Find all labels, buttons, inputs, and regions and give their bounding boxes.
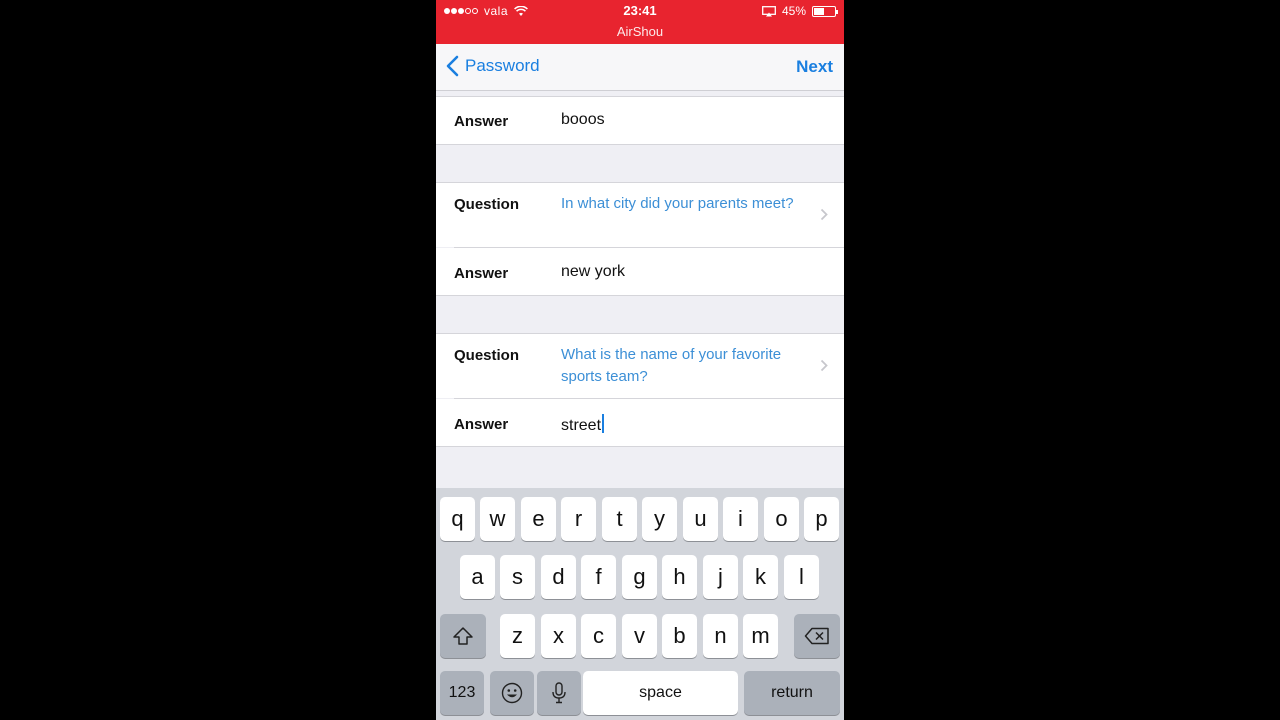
answer-row-1[interactable]: Answer booos [436,97,844,144]
chevron-left-icon [446,55,459,77]
phone-screen: vala 23:41 AirShou 45% Password Next Ans… [436,0,844,720]
key-b[interactable]: b [662,614,697,658]
divider [436,446,844,447]
key-m[interactable]: m [743,614,778,658]
key-o[interactable]: o [764,497,799,541]
battery-icon [812,5,838,17]
answer-label: Answer [454,416,509,433]
delete-key[interactable] [794,614,840,658]
answer-row-3[interactable]: Answer street [436,399,844,446]
key-u[interactable]: u [683,497,718,541]
next-button[interactable]: Next [796,57,833,77]
key-f[interactable]: f [581,555,616,599]
return-key[interactable]: return [744,671,840,715]
question-3-text[interactable]: What is the name of your favorite sports… [561,344,816,388]
keyboard: q w e r t y u i o p a s d f g h j k l z … [436,488,844,720]
answer-3-text: street [561,417,602,434]
key-l[interactable]: l [784,555,819,599]
answer-2-field[interactable]: new york [561,263,625,281]
key-r[interactable]: r [561,497,596,541]
question-row-3[interactable]: Question What is the name of your favori… [436,334,844,398]
key-n[interactable]: n [703,614,738,658]
key-k[interactable]: k [743,555,778,599]
numbers-key[interactable]: 123 [440,671,484,715]
emoji-key[interactable] [490,671,534,715]
text-cursor [602,414,605,433]
chevron-right-icon [820,359,828,372]
key-j[interactable]: j [703,555,738,599]
key-x[interactable]: x [541,614,576,658]
key-i[interactable]: i [723,497,758,541]
back-button[interactable]: Password [446,55,540,77]
key-t[interactable]: t [602,497,637,541]
recording-app-name: AirShou [616,24,664,39]
key-q[interactable]: q [440,497,475,541]
emoji-icon [501,682,523,704]
question-label: Question [454,196,520,213]
delete-icon [804,627,829,645]
key-h[interactable]: h [662,555,697,599]
answer-1-field[interactable]: booos [561,111,605,129]
key-w[interactable]: w [480,497,515,541]
battery-percent: 45% [781,4,806,18]
airplay-icon [762,5,776,16]
shift-icon [453,627,473,645]
question-label: Question [454,347,520,364]
space-key[interactable]: space [583,671,738,715]
chevron-right-icon [820,208,828,221]
key-d[interactable]: d [541,555,576,599]
microphone-icon [552,682,566,704]
answer-row-2[interactable]: Answer new york [436,248,844,295]
key-z[interactable]: z [500,614,535,658]
key-c[interactable]: c [581,614,616,658]
question-2-text[interactable]: In what city did your parents meet? [561,193,816,215]
divider [436,295,844,296]
key-e[interactable]: e [521,497,556,541]
answer-label: Answer [454,265,509,282]
question-row-2[interactable]: Question In what city did your parents m… [436,183,844,247]
shift-key[interactable] [440,614,486,658]
key-y[interactable]: y [642,497,677,541]
navigation-bar: Password Next [436,44,844,91]
key-s[interactable]: s [500,555,535,599]
key-p[interactable]: p [804,497,839,541]
key-v[interactable]: v [622,614,657,658]
dictation-key[interactable] [537,671,581,715]
answer-label: Answer [454,113,509,130]
back-button-label: Password [465,56,540,75]
divider [436,144,844,145]
key-a[interactable]: a [460,555,495,599]
status-bar: vala 23:41 AirShou 45% [436,0,844,44]
key-g[interactable]: g [622,555,657,599]
status-right-group: 45% [762,4,838,18]
answer-3-field[interactable]: street [561,414,605,435]
